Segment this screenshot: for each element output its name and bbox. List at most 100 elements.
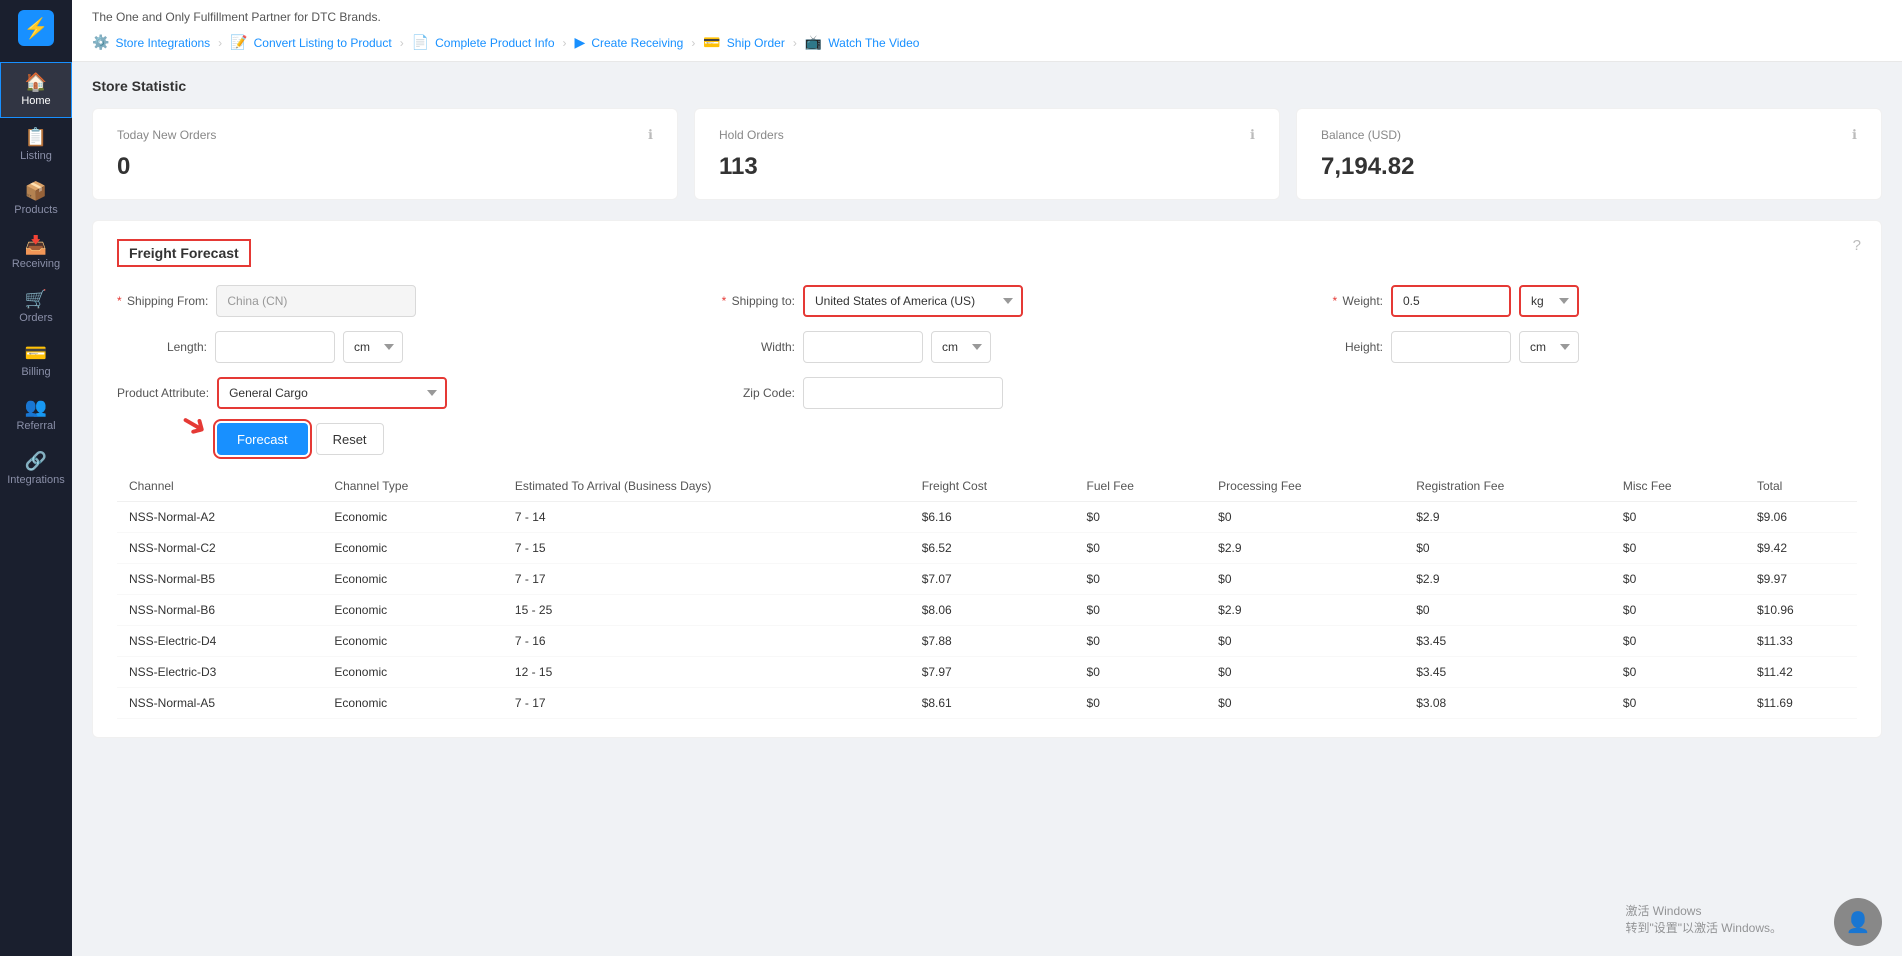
step-receiving-icon: ▶ [575,34,586,51]
zip-input[interactable] [803,377,1003,409]
step-receiving-label: Create Receiving [591,36,683,50]
attr-group: Product Attribute: General Cargo Electri… [117,377,681,409]
forecast-button[interactable]: Forecast [217,423,308,455]
step-ship-icon: 💳 [703,34,720,51]
step-video-icon: 📺 [805,34,822,51]
today-orders-info-icon[interactable]: ℹ [648,127,653,143]
hold-orders-label: Hold Orders ℹ [719,127,1255,143]
sidebar-item-products[interactable]: 📦 Products [0,172,72,226]
col-total: Total [1745,471,1857,502]
sidebar-item-integrations-label: Integrations [7,474,64,486]
step-store-integrations[interactable]: ⚙️ Store Integrations [92,34,210,51]
step-integrations-label: Store Integrations [115,36,210,50]
width-unit-select[interactable]: cm [931,331,991,363]
table-row: NSS-Normal-A2 Economic 7 - 14 $6.16 $0 $… [117,502,1857,533]
referral-icon: 👥 [25,398,47,416]
col-misc: Misc Fee [1611,471,1745,502]
sidebar-item-listing[interactable]: 📋 Listing [0,118,72,172]
stat-card-hold-orders: Hold Orders ℹ 113 [694,108,1280,200]
step-convert-label: Convert Listing to Product [254,36,392,50]
sidebar-item-referral-label: Referral [16,420,55,432]
stats-section-title: Store Statistic [92,78,1882,94]
sidebar-item-referral[interactable]: 👥 Referral [0,388,72,442]
balance-info-icon[interactable]: ℹ [1852,127,1857,143]
sidebar-item-billing[interactable]: 💳 Billing [0,334,72,388]
home-icon: 🏠 [25,73,47,91]
shipping-to-label: * Shipping to: [705,294,795,308]
zip-label: Zip Code: [705,386,795,400]
balance-value: 7,194.82 [1321,153,1857,181]
page-content: Store Statistic Today New Orders ℹ 0 Hol… [72,62,1902,956]
zip-group: Zip Code: [705,377,1269,409]
balance-label: Balance (USD) ℹ [1321,127,1857,143]
form-row-3: Product Attribute: General Cargo Electri… [117,377,1857,409]
height-input[interactable] [1391,331,1511,363]
table-body: NSS-Normal-A2 Economic 7 - 14 $6.16 $0 $… [117,502,1857,719]
main-content: The One and Only Fulfillment Partner for… [72,0,1902,956]
integrations-icon: 🔗 [25,452,47,470]
width-group: Width: cm [705,331,1269,363]
tagline: The One and Only Fulfillment Partner for… [92,10,1882,24]
buttons-row: ➜ Forecast Reset [217,423,1857,455]
length-unit-select[interactable]: cm [343,331,403,363]
shipping-from-label: * Shipping From: [117,294,208,308]
sidebar-item-home[interactable]: 🏠 Home [0,62,72,118]
table-row: NSS-Normal-A5 Economic 7 - 17 $8.61 $0 $… [117,688,1857,719]
step-ship-order[interactable]: 💳 Ship Order [703,34,784,51]
sidebar-item-home-label: Home [21,95,50,107]
app-logo: ⚡ [18,10,54,46]
table-row: NSS-Normal-C2 Economic 7 - 15 $6.52 $0 $… [117,533,1857,564]
sidebar-item-orders[interactable]: 🛒 Orders [0,280,72,334]
shipping-from-select[interactable]: China (CN) [216,285,416,317]
weight-input[interactable] [1391,285,1511,317]
receiving-icon: 📥 [25,236,47,254]
weight-unit-select[interactable]: kg lb [1519,285,1579,317]
user-avatar[interactable]: 👤 [1834,898,1882,946]
height-unit-select[interactable]: cm [1519,331,1579,363]
sidebar: ⚡ 🏠 Home 📋 Listing 📦 Products 📥 Receivin… [0,0,72,956]
step-ship-label: Ship Order [727,36,785,50]
step-watch-video[interactable]: 📺 Watch The Video [805,34,920,51]
listing-icon: 📋 [25,128,47,146]
sidebar-item-products-label: Products [14,204,57,216]
stats-row: Today New Orders ℹ 0 Hold Orders ℹ 113 B… [92,108,1882,200]
steps-bar: ⚙️ Store Integrations › 📝 Convert Listin… [92,34,1882,51]
col-channel-type: Channel Type [322,471,502,502]
table-row: NSS-Electric-D3 Economic 12 - 15 $7.97 $… [117,657,1857,688]
form-row-1: * Shipping From: China (CN) * Shipping t… [117,285,1857,317]
table-header: Channel Channel Type Estimated To Arriva… [117,471,1857,502]
col-channel: Channel [117,471,322,502]
width-input[interactable] [803,331,923,363]
length-group: Length: cm [117,331,681,363]
table-row: NSS-Normal-B5 Economic 7 - 17 $7.07 $0 $… [117,564,1857,595]
table-row: NSS-Electric-D4 Economic 7 - 16 $7.88 $0… [117,626,1857,657]
attr-select[interactable]: General Cargo Electric Liquid [217,377,447,409]
orders-icon: 🛒 [25,290,47,308]
freight-help-icon[interactable]: ? [1853,237,1861,254]
sidebar-item-receiving-label: Receiving [12,258,60,270]
hold-orders-value: 113 [719,153,1255,181]
shipping-to-select[interactable]: United States of America (US) [803,285,1023,317]
stat-card-balance: Balance (USD) ℹ 7,194.82 [1296,108,1882,200]
length-input[interactable] [215,331,335,363]
length-label: Length: [117,340,207,354]
step-convert-listing[interactable]: 📝 Convert Listing to Product [230,34,392,51]
col-fuel: Fuel Fee [1075,471,1207,502]
col-registration: Registration Fee [1404,471,1611,502]
weight-label: * Weight: [1293,294,1383,308]
sidebar-item-integrations[interactable]: 🔗 Integrations [0,442,72,496]
height-label: Height: [1293,340,1383,354]
step-create-receiving[interactable]: ▶ Create Receiving [575,34,684,51]
reset-button[interactable]: Reset [316,423,384,455]
products-icon: 📦 [25,182,47,200]
step-arrow-1: › [218,36,222,50]
today-orders-label: Today New Orders ℹ [117,127,653,143]
attr-label: Product Attribute: [117,386,209,400]
step-integrations-icon: ⚙️ [92,34,109,51]
sidebar-item-orders-label: Orders [19,312,53,324]
step-complete-product[interactable]: 📄 Complete Product Info [412,34,555,51]
hold-orders-info-icon[interactable]: ℹ [1250,127,1255,143]
col-eta: Estimated To Arrival (Business Days) [503,471,910,502]
sidebar-item-receiving[interactable]: 📥 Receiving [0,226,72,280]
forecast-table: Channel Channel Type Estimated To Arriva… [117,471,1857,719]
